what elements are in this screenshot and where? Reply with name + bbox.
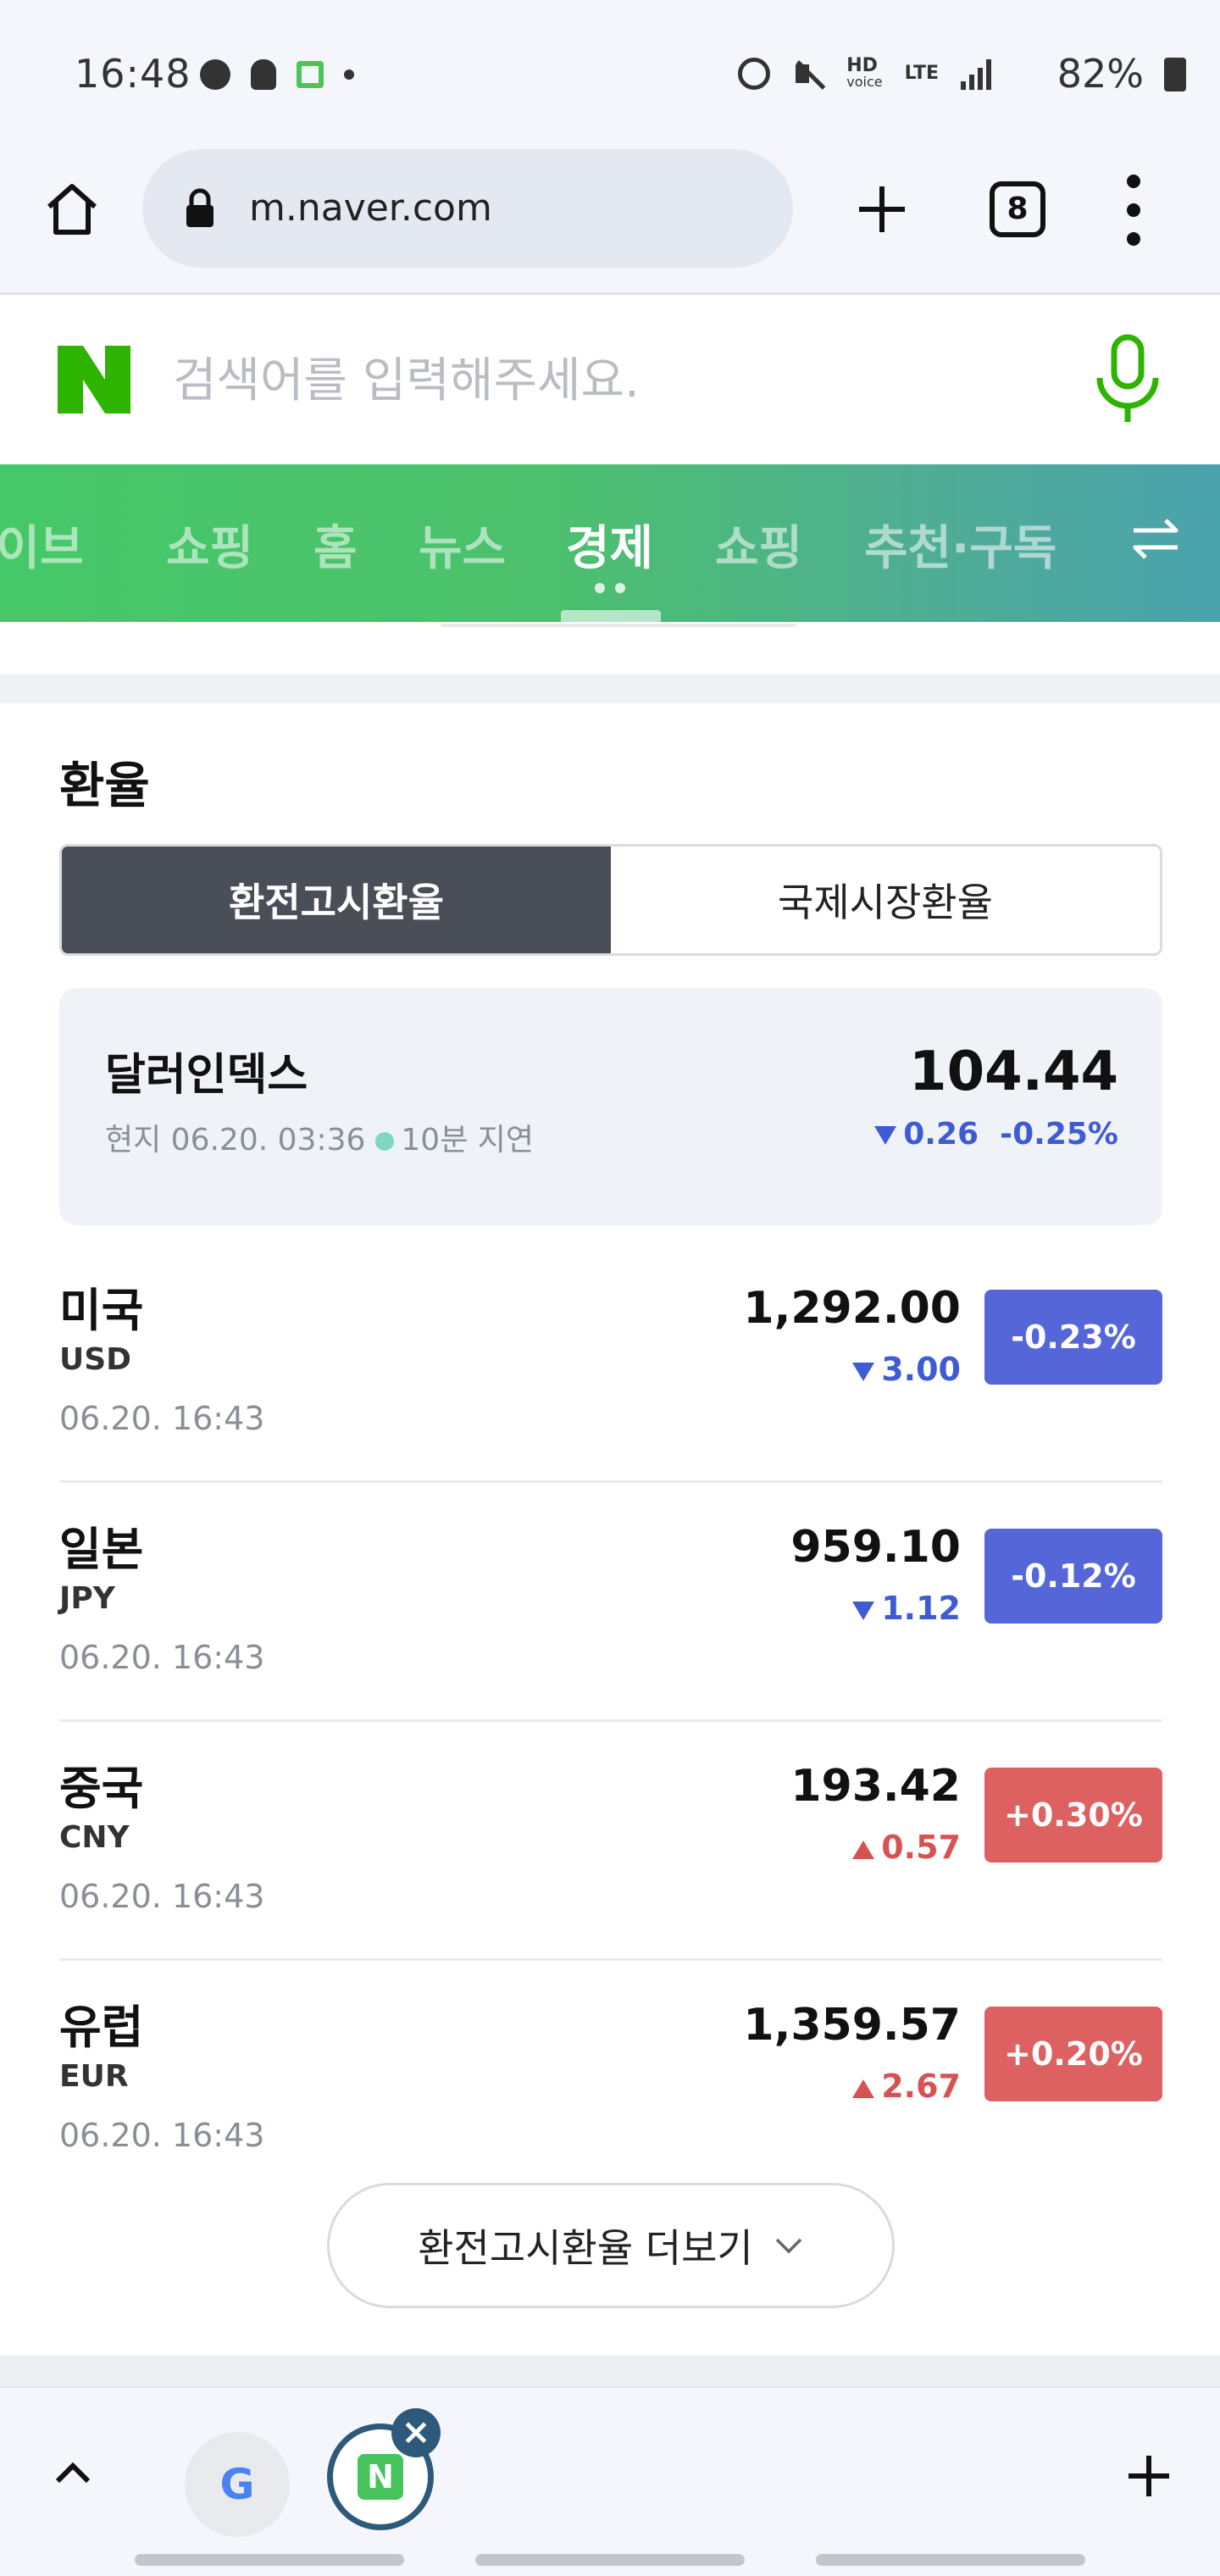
rate-change: 2.67	[852, 2068, 961, 2105]
country-name: 유럽	[59, 2001, 144, 2054]
system-icons: HD voice LTE	[738, 54, 991, 90]
rate-time: 06.20. 16:43	[59, 1400, 265, 1437]
battery-icon	[1164, 58, 1186, 92]
address-bar[interactable]: m.naver.com	[142, 149, 793, 268]
url-text: m.naver.com	[249, 186, 492, 230]
tab-news[interactable]: 뉴스	[419, 510, 506, 579]
rate-time: 06.20. 16:43	[59, 1639, 265, 1676]
currency-row-cny[interactable]: 중국 CNY 06.20. 16:43 193.42 0.57 +0.30%	[59, 1722, 1162, 1961]
change-percent-badge: -0.12%	[984, 1529, 1162, 1624]
dollar-index-value: 104.44	[909, 1041, 1118, 1103]
currency-code: USD	[59, 1342, 132, 1377]
down-arrow-icon	[852, 1362, 875, 1381]
swap-tabs-icon[interactable]	[1130, 514, 1181, 564]
tab-live[interactable]: 라이브	[0, 510, 84, 579]
currency-row-eur[interactable]: 유럽 EUR 06.20. 16:43 1,359.57 2.67 +0.20%	[59, 1961, 1162, 2200]
notification-icons	[200, 59, 354, 90]
rate-change: 0.57	[852, 1829, 961, 1866]
change-percent-badge: +0.20%	[984, 2007, 1162, 2101]
country-name: 미국	[59, 1284, 144, 1337]
browser-tab-strip: G N ×	[0, 2386, 1220, 2576]
browser-toolbar: m.naver.com 8	[0, 149, 1220, 295]
tab-exchange-notice-rate[interactable]: 환전고시환율	[62, 847, 611, 953]
rate-value: 1,292.00	[743, 1283, 961, 1334]
live-status-dot-icon	[375, 1132, 395, 1151]
rate-type-toggle: 환전고시환율 국제시장환율	[59, 844, 1162, 956]
more-rates-button[interactable]: 환전고시환율 더보기	[327, 2183, 895, 2308]
currency-code: EUR	[59, 2059, 129, 2094]
dollar-index-name: 달러인덱스	[105, 1050, 308, 1101]
rate-value: 193.42	[790, 1761, 961, 1812]
rate-time: 06.20. 16:43	[59, 1878, 265, 1915]
lte-icon: LTE	[904, 63, 939, 84]
currency-code: CNY	[59, 1820, 130, 1855]
change-percent-badge: -0.23%	[984, 1290, 1162, 1385]
country-name: 일본	[59, 1523, 144, 1576]
alarm-icon	[738, 58, 771, 90]
dollar-index-card[interactable]: 달러인덱스 현지 06.20. 03:36 10분 지연 104.44 0.26 …	[59, 988, 1162, 1225]
mute-icon	[792, 58, 824, 90]
tab-switcher-button[interactable]: 8	[990, 181, 1045, 237]
system-nav-handles	[0, 2554, 1220, 2566]
rate-time: 06.20. 16:43	[59, 2117, 265, 2154]
section-title: 환율	[59, 757, 150, 814]
signal-icon	[961, 58, 991, 90]
section-divider	[0, 675, 1220, 703]
rate-change: 1.12	[852, 1590, 961, 1627]
search-input[interactable]	[173, 342, 1020, 419]
bottom-separator	[0, 2356, 1220, 2386]
active-tab-indicator	[561, 610, 661, 622]
tab-shopping[interactable]: 쇼핑	[166, 510, 253, 579]
add-tab-icon[interactable]	[1123, 2451, 1174, 2501]
more-menu-icon[interactable]	[1117, 175, 1151, 246]
microphone-icon[interactable]	[1093, 334, 1162, 427]
rate-value: 959.10	[790, 1522, 961, 1573]
tab-page-dots	[595, 583, 625, 593]
screenshot-notification-icon	[297, 61, 324, 88]
google-icon: G	[219, 2460, 255, 2509]
new-tab-icon[interactable]	[852, 180, 912, 239]
status-time: 16:48	[75, 51, 191, 97]
home-icon[interactable]	[42, 180, 102, 239]
close-tab-icon[interactable]: ×	[391, 2408, 441, 2457]
dollar-index-time: 현지 06.20. 03:36 10분 지연	[105, 1123, 535, 1158]
tab-international-market-rate[interactable]: 국제시장환율	[611, 847, 1160, 953]
hd-voice-icon: HD voice	[846, 54, 883, 90]
lock-icon	[186, 188, 214, 227]
naver-icon: N	[358, 2454, 403, 2500]
currency-row-usd[interactable]: 미국 USD 06.20. 16:43 1,292.00 3.00 -0.23%	[59, 1244, 1162, 1483]
up-arrow-icon	[852, 2079, 875, 2098]
status-bar: 16:48 HD voice LTE 82%	[0, 0, 1220, 149]
currency-code: JPY	[59, 1581, 115, 1616]
currency-row-jpy[interactable]: 일본 JPY 06.20. 16:43 959.10 1.12 -0.12%	[59, 1483, 1162, 1722]
exchange-rate-section: 환율 환전고시환율 국제시장환율 달러인덱스 현지 06.20. 03:36 10…	[0, 703, 1220, 2356]
app-notification-icon	[251, 59, 276, 90]
rate-value: 1,359.57	[743, 2000, 961, 2051]
down-arrow-icon	[874, 1126, 897, 1145]
google-tab[interactable]: G	[185, 2432, 290, 2537]
tab-home[interactable]: 홈	[313, 510, 358, 579]
down-arrow-icon	[852, 1601, 875, 1620]
chevron-up-icon[interactable]	[51, 2451, 95, 2495]
chevron-down-icon	[775, 2238, 801, 2254]
search-bar	[0, 298, 1220, 464]
tab-shopping-2[interactable]: 쇼핑	[715, 510, 802, 579]
chat-notification-icon	[200, 59, 230, 90]
more-notifications-icon	[344, 69, 354, 80]
category-tabs: 라이브 쇼핑 홈 뉴스 경제 쇼핑 추천·구독	[0, 464, 1220, 622]
more-rates-label: 환전고시환율 더보기	[418, 2225, 753, 2271]
rate-change: 3.00	[852, 1351, 961, 1388]
tab-economy[interactable]: 경제	[566, 510, 653, 579]
change-percent-badge: +0.30%	[984, 1768, 1162, 1863]
country-name: 중국	[59, 1762, 144, 1815]
battery-percent: 82%	[1056, 51, 1144, 97]
tab-recommend[interactable]: 추천·구독	[864, 510, 1056, 579]
dollar-index-change: 0.26 -0.25%	[874, 1117, 1118, 1152]
naver-logo[interactable]	[58, 346, 130, 414]
up-arrow-icon	[852, 1840, 875, 1859]
